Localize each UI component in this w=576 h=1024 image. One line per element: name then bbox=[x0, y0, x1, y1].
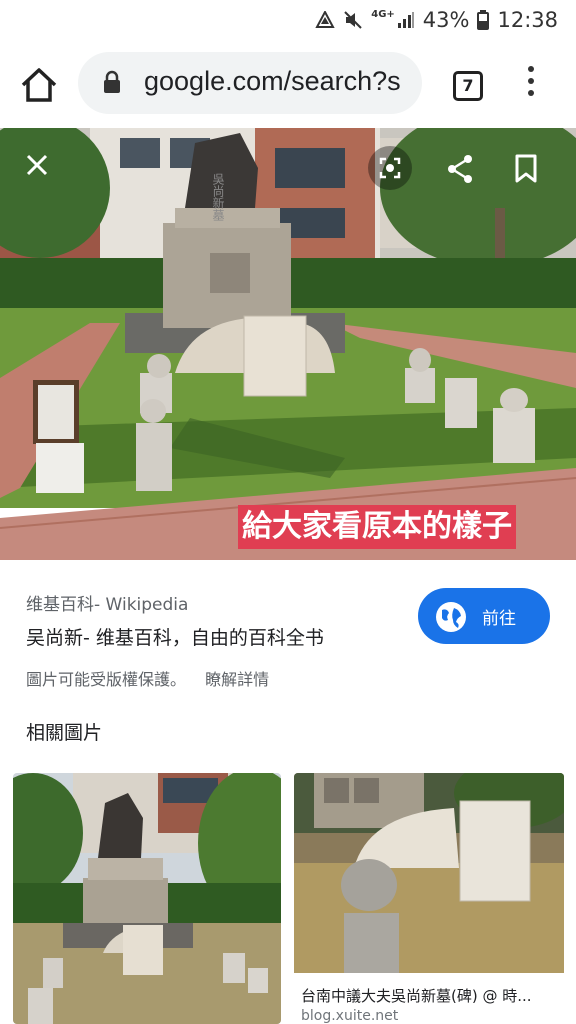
related-image-1[interactable] bbox=[13, 773, 281, 1024]
lock-icon bbox=[104, 70, 120, 93]
status-bar: 4G+ 43% 12:38 bbox=[0, 0, 576, 40]
status-icons: 4G+ 43% 12:38 bbox=[315, 6, 558, 34]
result-title[interactable]: 吴尚新- 维基百科，自由的百科全书 bbox=[26, 623, 324, 650]
home-icon[interactable] bbox=[18, 64, 60, 106]
result-source: 维基百科- Wikipedia bbox=[26, 595, 189, 615]
related-image-2-caption[interactable]: 台南中議大夫吳尚新墓(碑) @ 時... bbox=[301, 985, 532, 1006]
network-type: 4G+ bbox=[371, 9, 395, 20]
related-image-1-photo bbox=[13, 773, 281, 1024]
share-icon[interactable] bbox=[446, 154, 474, 184]
inscription-text: 吳尚新墓 bbox=[211, 173, 225, 221]
hero-caption: 給大家看原本的樣子 bbox=[238, 505, 516, 549]
copyright-text: 圖片可能受版權保護。 bbox=[26, 670, 187, 689]
globe-icon bbox=[436, 602, 466, 632]
visit-button[interactable]: 前往 bbox=[418, 588, 550, 644]
monument-photo: 吳尚新墓 bbox=[0, 128, 576, 560]
browser-toolbar: google.com/search?s 7 bbox=[0, 40, 576, 128]
lens-icon bbox=[379, 157, 401, 179]
visit-label: 前往 bbox=[482, 609, 516, 629]
recycle-icon bbox=[315, 11, 335, 28]
related-images-heading: 相關圖片 bbox=[26, 722, 103, 744]
copyright-notice: 圖片可能受版權保護。 瞭解詳情 bbox=[26, 666, 269, 690]
learn-more-link[interactable]: 瞭解詳情 bbox=[205, 670, 269, 689]
hero-image[interactable]: 吳尚新墓 bbox=[0, 128, 576, 560]
related-image-2-photo bbox=[294, 773, 564, 973]
clock: 12:38 bbox=[497, 8, 558, 32]
battery-percent: 43% bbox=[422, 8, 470, 32]
lens-button[interactable] bbox=[368, 146, 412, 190]
related-image-2[interactable] bbox=[294, 773, 564, 973]
url-text: google.com/search?s bbox=[144, 66, 401, 96]
bookmark-icon[interactable] bbox=[514, 154, 538, 184]
close-icon[interactable] bbox=[22, 150, 52, 180]
signal-icon bbox=[397, 12, 414, 28]
related-image-2-domain: blog.xuite.net bbox=[301, 1008, 399, 1024]
tab-switcher-button[interactable]: 7 bbox=[453, 71, 483, 101]
battery-icon bbox=[477, 10, 490, 30]
address-bar[interactable]: google.com/search?s bbox=[78, 52, 422, 114]
mute-icon bbox=[344, 11, 362, 29]
overflow-menu-icon[interactable] bbox=[521, 66, 541, 102]
